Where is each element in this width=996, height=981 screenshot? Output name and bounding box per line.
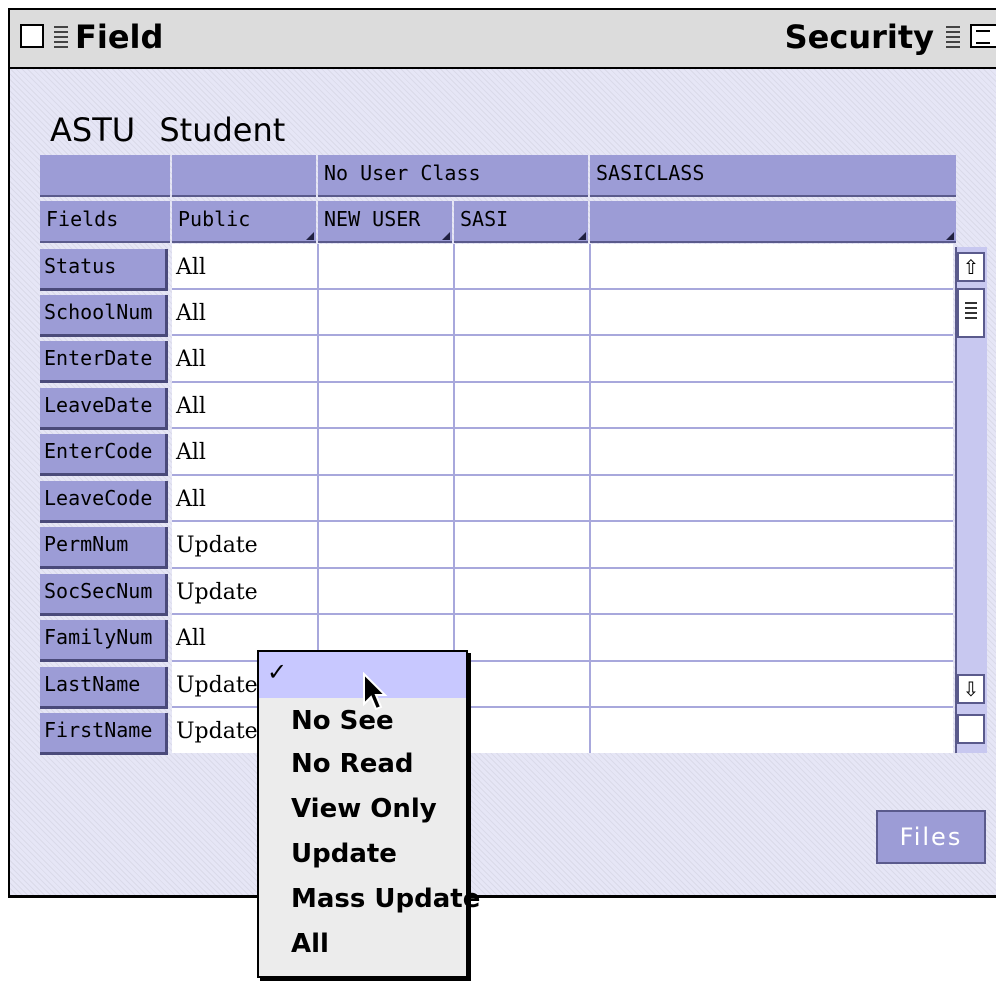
public-cell-leavedate[interactable]: All bbox=[176, 394, 206, 419]
scroll-thumb[interactable] bbox=[957, 288, 985, 338]
title-grip-icon bbox=[946, 26, 960, 48]
field-row-leavecode[interactable]: LeaveCode bbox=[40, 481, 168, 523]
field-row-entercode[interactable]: EnterCode bbox=[40, 434, 168, 476]
public-cell-firstname[interactable]: Update bbox=[176, 719, 258, 744]
grid-line bbox=[172, 334, 953, 336]
field-row-familynum[interactable]: FamilyNum bbox=[40, 620, 168, 662]
field-row-socsecnum[interactable]: SocSecNum bbox=[40, 574, 168, 616]
window-title-left: Field bbox=[75, 18, 164, 56]
column-header-fields: Fields bbox=[40, 201, 170, 243]
file-name: Student bbox=[159, 111, 286, 149]
file-code: ASTU bbox=[50, 111, 136, 149]
checkmark-icon: ✓ bbox=[267, 658, 288, 686]
files-button[interactable]: Files bbox=[876, 810, 986, 864]
field-row-permnum[interactable]: PermNum bbox=[40, 527, 168, 569]
field-row-leavedate[interactable]: LeaveDate bbox=[40, 388, 168, 430]
field-row-schoolnum[interactable]: SchoolNum bbox=[40, 295, 168, 337]
title-grip-icon bbox=[54, 26, 68, 48]
group-header-sasiclass: SASICLASS bbox=[590, 155, 956, 197]
menu-item-update[interactable]: Update bbox=[291, 839, 397, 869]
close-box-icon[interactable] bbox=[20, 24, 44, 48]
grid-line bbox=[172, 567, 953, 569]
grid-line bbox=[172, 520, 953, 522]
public-cell-status[interactable]: All bbox=[176, 255, 206, 280]
field-row-status[interactable]: Status bbox=[40, 249, 168, 291]
public-cell-lastname[interactable]: Update bbox=[176, 673, 258, 698]
field-row-firstname[interactable]: FirstName bbox=[40, 713, 168, 755]
menu-item-view-only[interactable]: View Only bbox=[291, 794, 437, 824]
field-row-lastname[interactable]: LastName bbox=[40, 667, 168, 709]
group-header-blank bbox=[40, 155, 170, 197]
column-header-sasi[interactable]: SASI bbox=[454, 201, 588, 243]
menu-item-no-read[interactable]: No Read bbox=[291, 749, 413, 779]
grid-line bbox=[172, 288, 953, 290]
group-header-blank bbox=[172, 155, 316, 197]
grid-line bbox=[172, 474, 953, 476]
grid-line bbox=[172, 613, 953, 615]
group-header-no-user-class: No User Class bbox=[318, 155, 588, 197]
column-header-sasiclass-user[interactable] bbox=[590, 201, 956, 243]
public-cell-permnum[interactable]: Update bbox=[176, 533, 258, 558]
grid-line bbox=[172, 381, 953, 383]
resize-box-icon[interactable] bbox=[957, 714, 985, 744]
file-title: ASTU Student bbox=[50, 111, 285, 149]
menu-item-mass-update[interactable]: Mass Update bbox=[291, 884, 480, 914]
scroll-down-arrow-icon[interactable]: ⇩ bbox=[957, 674, 985, 704]
field-row-enterdate[interactable]: EnterDate bbox=[40, 341, 168, 383]
public-cell-schoolnum[interactable]: All bbox=[176, 301, 206, 326]
zoom-box-icon[interactable] bbox=[970, 24, 996, 48]
menu-item-all[interactable]: All bbox=[291, 929, 329, 959]
public-cell-leavecode[interactable]: All bbox=[176, 487, 206, 512]
public-cell-enterdate[interactable]: All bbox=[176, 347, 206, 372]
public-cell-familynum[interactable]: All bbox=[176, 626, 206, 651]
title-bar[interactable]: Field Security bbox=[10, 10, 996, 69]
public-cell-entercode[interactable]: All bbox=[176, 440, 206, 465]
grid-line bbox=[589, 244, 591, 753]
grid-line bbox=[172, 427, 953, 429]
scroll-up-arrow-icon[interactable]: ⇧ bbox=[957, 252, 985, 282]
window-title-right: Security bbox=[784, 18, 934, 56]
column-header-new-user[interactable]: NEW USER bbox=[318, 201, 452, 243]
public-cell-socsecnum[interactable]: Update bbox=[176, 580, 258, 605]
column-header-public[interactable]: Public bbox=[172, 201, 316, 243]
mouse-pointer-icon bbox=[363, 672, 388, 711]
